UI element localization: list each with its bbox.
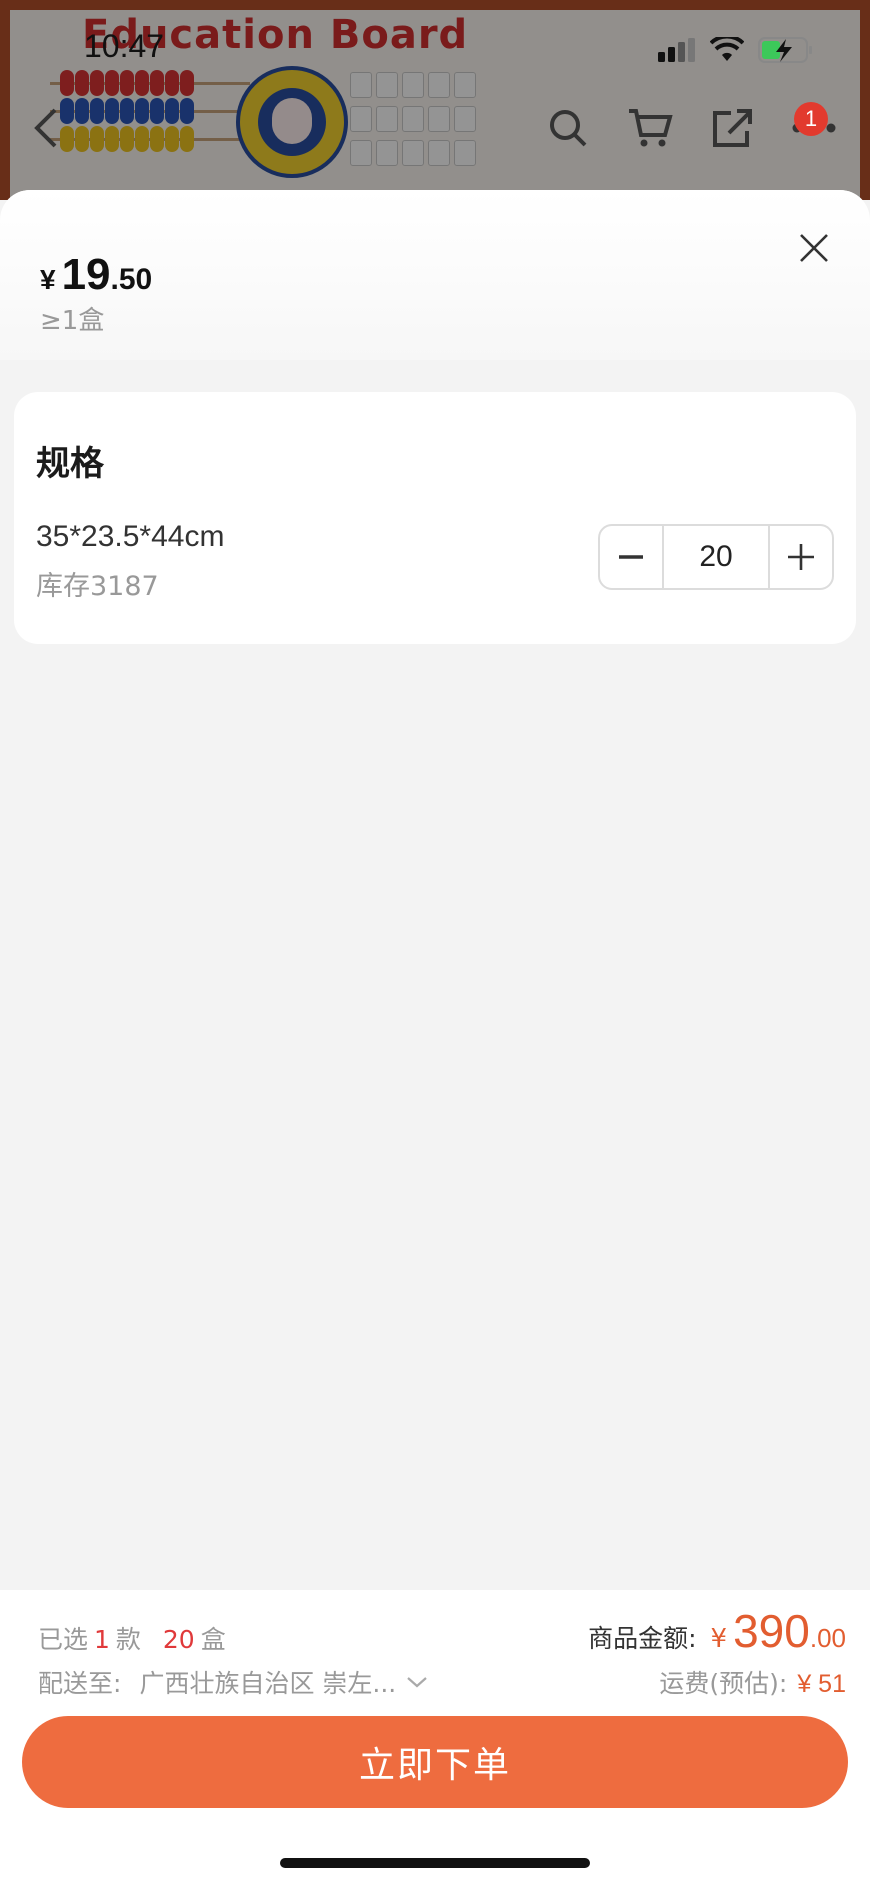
status-icons <box>658 36 814 64</box>
goods-amount-label: 商品金额: <box>588 1624 697 1653</box>
spec-card: 规格 35*23.5*44cm 库存3187 20 <box>14 392 856 644</box>
minus-icon <box>619 555 643 559</box>
selection-quantity-unit: 盒 <box>200 1625 226 1654</box>
cart-icon <box>629 109 673 147</box>
home-indicator <box>280 1858 590 1868</box>
selection-prefix: 已选 <box>38 1625 89 1654</box>
selection-sku-count: 1 <box>94 1625 110 1654</box>
quantity-input[interactable]: 20 <box>662 526 770 588</box>
freight-label: 运费(预估): <box>659 1669 788 1698</box>
goods-amount-decimal: .00 <box>809 1623 846 1653</box>
increment-button[interactable] <box>770 526 832 588</box>
back-button[interactable] <box>18 100 74 156</box>
nav-row <box>0 100 870 170</box>
battery-charging-icon <box>758 37 812 63</box>
spec-title: 规格 <box>36 444 104 484</box>
place-order-button[interactable]: 立即下单 <box>22 1716 848 1808</box>
cart-button[interactable] <box>622 100 678 156</box>
cellular-signal-icon <box>658 38 695 62</box>
decrement-button[interactable] <box>600 526 662 588</box>
goods-amount: 商品金额: ¥ 390 .00 <box>588 1604 846 1658</box>
share-icon <box>713 109 752 147</box>
checkout-footer: 已选 1 款 20 盒 配送至: 广西壮族自治区 崇左... 商品金额: ¥ 390 … <box>0 1590 870 1883</box>
delivery-address[interactable]: 配送至: 广西壮族自治区 崇左... <box>38 1664 428 1700</box>
delivery-address-text: 广西壮族自治区 崇左... <box>139 1669 397 1698</box>
status-time: 10:47 <box>84 28 165 64</box>
selection-summary: 已选 1 款 20 盒 <box>38 1620 226 1656</box>
freight-value: ¥ 51 <box>797 1670 846 1698</box>
chevron-left-icon <box>34 108 57 148</box>
search-button[interactable] <box>540 100 596 156</box>
share-button[interactable] <box>704 100 760 156</box>
price-decimal: .50 <box>110 263 153 296</box>
spec-stock: 库存3187 <box>36 571 159 602</box>
freight-estimate: 运费(预估): ¥ 51 <box>659 1664 846 1700</box>
status-bar: 10:47 <box>0 0 870 90</box>
unit-price: ¥ 19 .50 <box>40 250 152 300</box>
delivery-label: 配送至: <box>38 1669 122 1698</box>
chevron-down-icon <box>407 1677 427 1688</box>
notification-badge: 1 <box>794 102 828 136</box>
goods-amount-integer: 390 <box>733 1605 810 1657</box>
sheet-header: ¥ 19 .50 ≥1盒 <box>0 190 870 360</box>
search-icon <box>550 110 587 147</box>
spec-option-name: 35*23.5*44cm <box>36 520 225 553</box>
selection-sku-unit: 款 <box>115 1625 141 1654</box>
price-integer: 19 <box>61 250 111 299</box>
goods-amount-currency: ¥ <box>710 1624 728 1654</box>
plus-icon <box>788 544 814 570</box>
close-button[interactable] <box>788 222 840 274</box>
selection-quantity: 20 <box>162 1625 195 1654</box>
close-icon <box>800 234 828 262</box>
price-currency: ¥ <box>40 264 56 295</box>
min-order-quantity: ≥1盒 <box>40 306 105 336</box>
wifi-icon <box>710 37 744 61</box>
quantity-stepper: 20 <box>598 524 834 590</box>
